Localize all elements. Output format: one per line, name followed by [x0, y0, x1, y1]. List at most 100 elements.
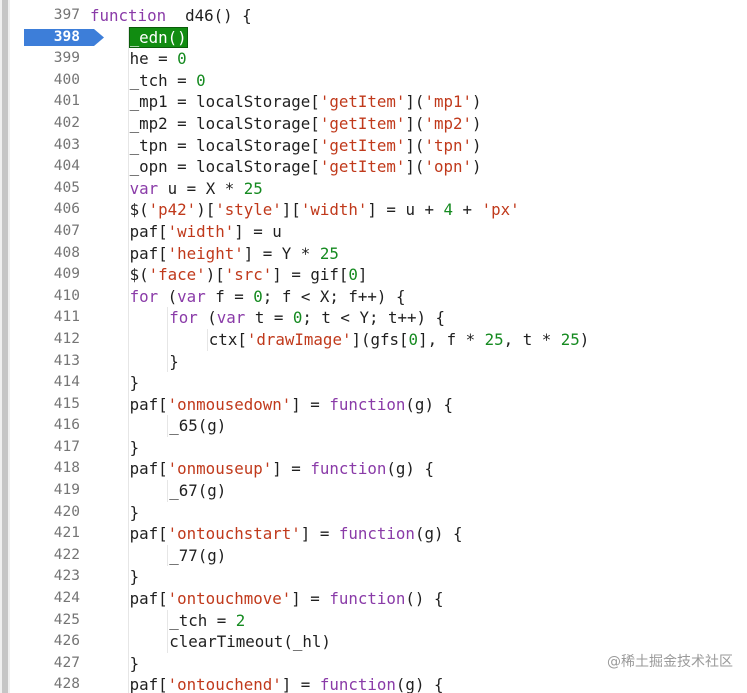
code-token: paf[	[129, 524, 168, 544]
paused-execution-highlight: _edn()	[128, 26, 188, 48]
indent-guide	[127, 156, 129, 178]
code-token: d46() {	[166, 6, 252, 25]
indent-guide	[127, 480, 129, 502]
indent-guide	[167, 307, 169, 329]
code-token: ctx[	[208, 329, 247, 349]
line-number[interactable]: 404	[10, 156, 83, 178]
code-text: paf['ontouchend'] = function(g) {	[130, 674, 444, 693]
line-number[interactable]: 421	[10, 523, 83, 545]
code-token: , t *	[503, 329, 561, 349]
code-token: +	[453, 200, 482, 220]
watermark: @稀土掘金技术社区	[607, 654, 733, 670]
code-text: paf['onmousedown'] = function(g) {	[130, 394, 453, 416]
code-text: function d46() {	[90, 5, 252, 27]
code-text: clearTimeout(_hl)	[169, 631, 331, 653]
code-text: _77(g)	[169, 545, 226, 567]
code-token: paf[	[129, 243, 168, 263]
code-token: 'mp2'	[424, 113, 473, 133]
line-number[interactable]: 408	[10, 243, 83, 265]
line-number[interactable]: 401	[10, 91, 83, 113]
code-token: () {	[405, 589, 444, 609]
code-token: (g) {	[405, 394, 453, 414]
code-text: for (var f = 0; f < X; f++) {	[130, 286, 406, 308]
code-text: }	[169, 351, 179, 373]
code-token: 'getItem'	[319, 135, 406, 155]
code-token: )	[472, 113, 482, 133]
indent-guide	[127, 544, 129, 567]
code-token: 'tpn'	[424, 135, 473, 155]
indent-guide	[127, 674, 129, 693]
code-token: for	[129, 286, 159, 306]
line-number[interactable]: 399	[10, 48, 83, 70]
code-token: }	[129, 502, 140, 522]
indent-guide	[127, 393, 129, 416]
code-token: 'mp1'	[424, 92, 473, 112]
code-text: paf['height'] = Y * 25	[130, 243, 339, 265]
code-token: ] =	[300, 524, 339, 544]
code-editor[interactable]: 397 function d46() {398 _edn() 399 he = 0 400…	[10, 5, 747, 693]
line-number[interactable]: 427	[10, 653, 83, 675]
code-token: (g) {	[414, 524, 463, 544]
line-number[interactable]: 417	[10, 437, 83, 459]
line-number[interactable]: 403	[10, 135, 83, 157]
line-number[interactable]: 409	[10, 264, 83, 286]
code-token: ] = u	[234, 221, 282, 241]
code-line: 424 paf['ontouchmove'] = function() {	[10, 588, 747, 610]
code-token: (	[158, 286, 178, 306]
line-number[interactable]: 400	[10, 70, 83, 92]
line-number[interactable]: 407	[10, 221, 83, 243]
line-number[interactable]: 419	[10, 480, 83, 502]
indent-guide	[127, 523, 129, 545]
code-token: )	[472, 157, 482, 177]
line-number[interactable]: 418	[10, 458, 83, 480]
code-token: ](	[405, 157, 425, 177]
code-token: 0	[348, 265, 358, 285]
line-number[interactable]: 428	[10, 674, 83, 693]
vertical-scrollbar[interactable]	[0, 0, 10, 693]
code-token: ][	[281, 200, 301, 220]
code-line: 426 clearTimeout(_hl)	[10, 631, 747, 653]
code-line: 417}	[10, 436, 747, 459]
line-number[interactable]: 406	[10, 199, 83, 221]
code-token: 0	[177, 49, 187, 69]
code-token: ] = gif[	[272, 265, 349, 285]
code-line: 422 _77(g)	[10, 544, 747, 567]
code-token: )	[472, 135, 482, 155]
line-number[interactable]: 397	[10, 5, 83, 27]
line-number[interactable]: 416	[10, 415, 83, 437]
code-token: paf[	[129, 394, 168, 414]
indent-guide	[167, 328, 169, 351]
line-number[interactable]: 424	[10, 588, 83, 610]
code-token: (g) {	[386, 459, 434, 479]
line-number[interactable]: 422	[10, 545, 83, 567]
code-token: t =	[245, 308, 293, 328]
line-number[interactable]: 405	[10, 178, 83, 200]
code-token: ](	[405, 113, 425, 133]
code-token: function	[329, 394, 406, 414]
code-token: var	[129, 178, 159, 198]
line-number[interactable]: 398	[10, 27, 83, 49]
code-token: 'p42'	[148, 200, 197, 220]
line-number[interactable]: 423	[10, 566, 83, 588]
line-number[interactable]: 412	[10, 329, 83, 351]
line-number[interactable]: 420	[10, 502, 83, 524]
code-token: 'getItem'	[319, 113, 406, 133]
line-number[interactable]: 426	[10, 631, 83, 653]
indent-guide	[127, 134, 129, 157]
code-token: _tpn = localStorage[	[129, 135, 320, 155]
line-number[interactable]: 414	[10, 372, 83, 394]
line-number[interactable]: 411	[10, 307, 83, 329]
indent-guide	[127, 566, 129, 589]
code-token: _65(g)	[169, 416, 227, 436]
line-number[interactable]: 410	[10, 286, 83, 308]
code-token: _67(g)	[169, 481, 227, 501]
code-token: 'getItem'	[319, 157, 406, 177]
line-number[interactable]: 413	[10, 351, 83, 373]
scrollbar-thumb[interactable]	[2, 0, 8, 693]
line-number[interactable]: 402	[10, 113, 83, 135]
code-token: }	[169, 351, 179, 371]
code-token: ](	[405, 92, 425, 112]
code-line: 412 ctx['drawImage'](gfs[0], f * 25, t * …	[10, 328, 747, 351]
line-number[interactable]: 425	[10, 610, 83, 632]
line-number[interactable]: 415	[10, 394, 83, 416]
